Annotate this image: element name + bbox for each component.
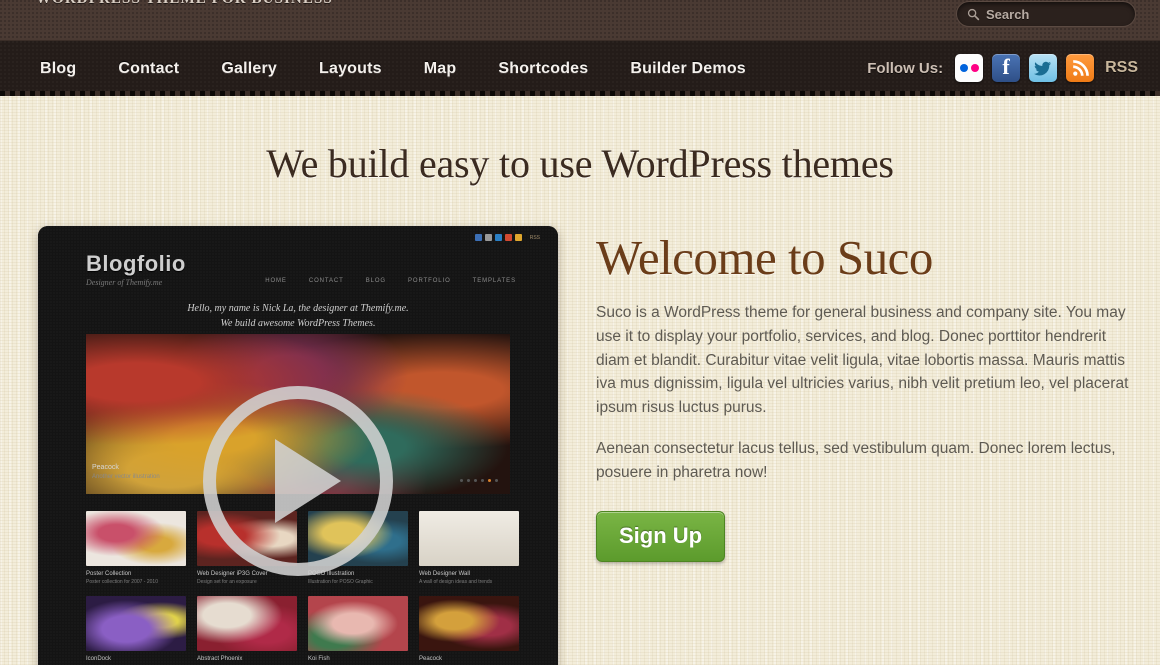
- nav-links: Blog Contact Gallery Layouts Map Shortco…: [40, 60, 746, 78]
- preview-slider-dots: [460, 479, 498, 482]
- portfolio-title: Web Designer Wall: [419, 571, 471, 577]
- flickr-dot-blue: [959, 64, 968, 72]
- portfolio-title: Peacock: [419, 656, 443, 663]
- slider-dot: [495, 479, 498, 482]
- flickr-dot-pink: [970, 64, 979, 72]
- flickr-icon[interactable]: [955, 54, 984, 82]
- preview-icon-5: [514, 234, 522, 241]
- preview-feature-caption: Peacock Another vector illustration: [92, 462, 160, 483]
- preview-nav-contact: CONTACT: [308, 278, 344, 284]
- play-button[interactable]: [203, 386, 393, 576]
- preview-rss-label: RSS: [529, 234, 540, 241]
- portfolio-item: Peacock Another vector illustration: [419, 596, 519, 665]
- portfolio-item: Poster Collection Poster collection for …: [86, 511, 186, 586]
- preview-social-icons: RSS: [474, 234, 540, 241]
- twitter-bird-glyph: [1034, 61, 1052, 76]
- video-preview[interactable]: RSS Blogfolio Designer of Themify.me HOM…: [38, 226, 558, 665]
- slider-dot: [460, 479, 463, 482]
- portfolio-subtitle: A wall of design ideas and trends: [419, 579, 493, 586]
- nav-item-gallery[interactable]: Gallery: [221, 60, 277, 78]
- portfolio-row: IconDock Stock powered web shop Abstract…: [86, 596, 519, 665]
- main-navigation: Blog Contact Gallery Layouts Map Shortco…: [0, 41, 1160, 96]
- portfolio-subtitle: Design set for an exposure: [197, 579, 257, 586]
- facebook-icon[interactable]: f: [992, 54, 1021, 82]
- page-headline: We build easy to use WordPress themes: [266, 141, 894, 186]
- welcome-paragraph-1: Suco is a WordPress theme for general bu…: [596, 304, 1129, 416]
- preview-nav-portfolio: PORTFOLIO: [407, 278, 451, 284]
- search-icon: [967, 8, 980, 20]
- rss-glyph: [1072, 59, 1089, 76]
- site-tagline: WORDPRESS THEME FOR BUSINESS: [36, 0, 333, 8]
- preview-icon-4: [504, 234, 512, 241]
- portfolio-title: Abstract Phoenix: [197, 656, 243, 663]
- preview-feature-subtitle: Another vector illustration: [92, 474, 160, 481]
- preview-tagline: Hello, my name is Nick La, the designer …: [38, 302, 558, 331]
- preview-nav-home: HOME: [265, 278, 287, 284]
- content-columns: RSS Blogfolio Designer of Themify.me HOM…: [0, 226, 1160, 665]
- nav-item-map[interactable]: Map: [424, 60, 457, 78]
- play-icon: [275, 439, 341, 523]
- rss-label[interactable]: RSS: [1105, 59, 1138, 77]
- portfolio-thumb: [197, 596, 297, 652]
- welcome-paragraph-2: Aenean consectetur lacus tellus, sed ves…: [596, 440, 1116, 481]
- nav-item-contact[interactable]: Contact: [118, 60, 179, 78]
- search-placeholder: Search: [986, 6, 1030, 22]
- nav-item-layouts[interactable]: Layouts: [319, 60, 382, 78]
- portfolio-thumb: [308, 596, 408, 652]
- preview-icon-1: [474, 234, 482, 241]
- portfolio-item: Web Designer Wall A wall of design ideas…: [419, 511, 519, 586]
- preview-nav: HOME CONTACT BLOG PORTFOLIO TEMPLATES: [265, 278, 516, 284]
- slider-dot: [481, 479, 484, 482]
- top-bar: WORDPRESS THEME FOR BUSINESS Search: [0, 0, 1160, 41]
- preview-feature-title: Peacock: [92, 464, 119, 471]
- nav-item-blog[interactable]: Blog: [40, 60, 76, 78]
- slider-dot: [474, 479, 477, 482]
- preview-brand: Blogfolio: [86, 251, 186, 276]
- portfolio-subtitle: Illustration for POSO Graphic: [308, 579, 373, 586]
- welcome-title: Welcome to Suco: [596, 230, 933, 285]
- slider-dot: [467, 479, 470, 482]
- slider-dot-active: [488, 479, 491, 482]
- preview-tagline-line1: Hello, my name is Nick La, the designer …: [187, 303, 409, 314]
- follow-us-group: Follow Us: f RSS: [867, 54, 1138, 82]
- portfolio-title: Koi Fish: [308, 656, 330, 663]
- rss-icon[interactable]: [1066, 54, 1095, 82]
- preview-icon-3: [494, 234, 502, 241]
- portfolio-item: IconDock Stock powered web shop: [86, 596, 186, 665]
- preview-subtitle: Designer of Themify.me: [86, 278, 163, 287]
- nav-item-shortcodes[interactable]: Shortcodes: [498, 60, 588, 78]
- preview-nav-blog: BLOG: [365, 278, 386, 284]
- portfolio-title: Poster Collection: [86, 571, 132, 577]
- sign-up-button[interactable]: Sign Up: [596, 511, 726, 563]
- welcome-section: Welcome to Suco Suco is a WordPress them…: [596, 226, 1136, 665]
- preview-tagline-line2: We build awesome WordPress Themes.: [220, 317, 376, 329]
- page-content: We build easy to use WordPress themes RS…: [0, 96, 1160, 665]
- nav-item-builder-demos[interactable]: Builder Demos: [630, 60, 746, 78]
- preview-icon-2: [484, 234, 492, 241]
- follow-us-label: Follow Us:: [867, 59, 944, 77]
- portfolio-item: Koi Fish Koi fish illustration: [308, 596, 408, 665]
- portfolio-thumb: [86, 596, 186, 652]
- portfolio-thumb: [86, 511, 186, 566]
- search-input[interactable]: Search: [956, 1, 1136, 27]
- portfolio-subtitle: Poster collection for 2007 - 2010: [86, 579, 158, 586]
- portfolio-thumb: [419, 596, 519, 652]
- portfolio-item: Abstract Phoenix Phoenix phoenix in abst…: [197, 596, 297, 665]
- twitter-icon[interactable]: [1029, 54, 1058, 82]
- portfolio-title: IconDock: [86, 656, 112, 663]
- preview-nav-templates: TEMPLATES: [472, 278, 516, 284]
- portfolio-thumb: [419, 511, 519, 566]
